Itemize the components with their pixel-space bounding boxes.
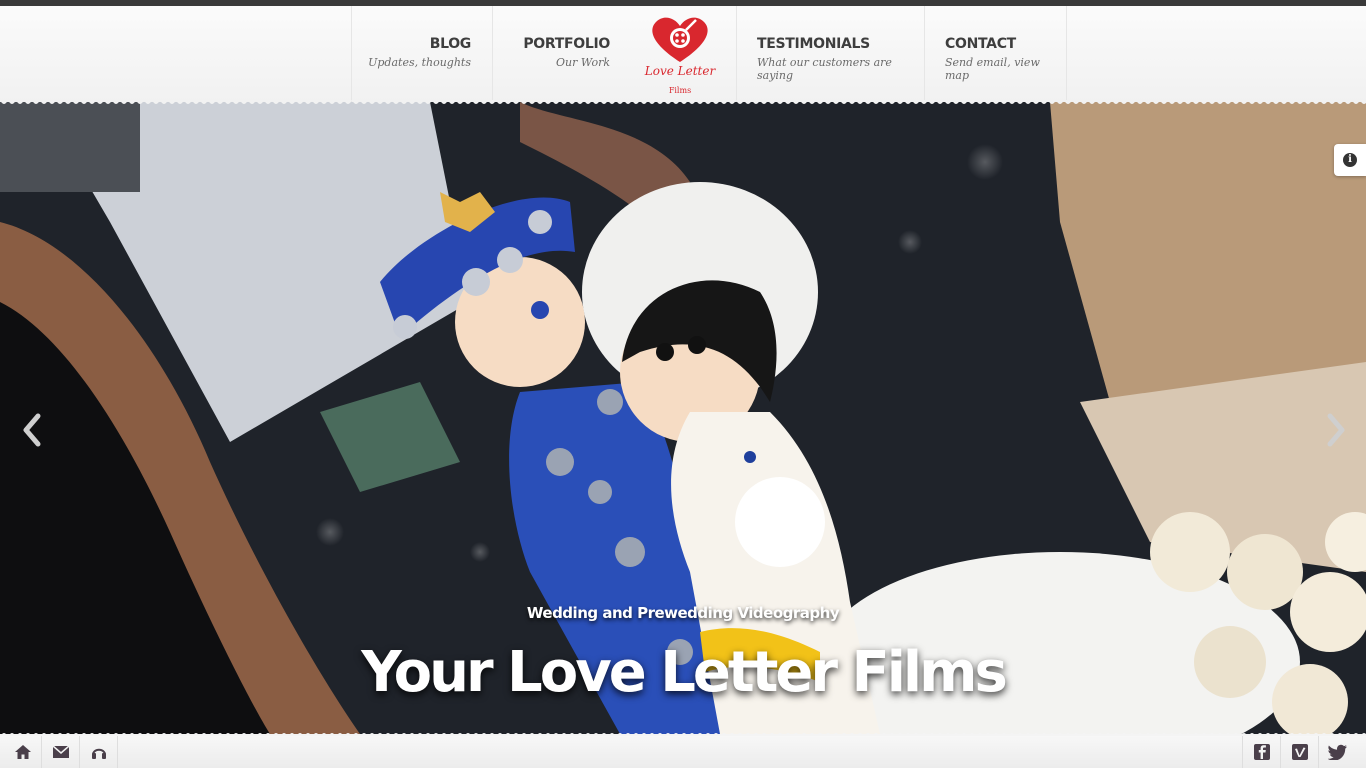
nav-blog[interactable]: BLOG Updates, thoughts bbox=[351, 6, 492, 102]
nav-blog-title: BLOG bbox=[429, 36, 472, 52]
site-logo[interactable]: Love Letter Films bbox=[640, 12, 720, 104]
slider-next-button[interactable] bbox=[1320, 410, 1350, 450]
slider-prev-button[interactable] bbox=[18, 410, 48, 450]
music-button[interactable] bbox=[80, 736, 118, 768]
facebook-icon bbox=[1253, 744, 1270, 760]
nav-contact[interactable]: CONTACT Send email, view map bbox=[924, 6, 1067, 102]
logo-subtext: Films bbox=[668, 86, 692, 95]
heart-film-reel-icon bbox=[652, 17, 708, 62]
twitter-icon bbox=[1327, 744, 1347, 760]
nav-testimonials[interactable]: TESTIMONIALS What our customers are sayi… bbox=[736, 6, 924, 102]
headphones-icon bbox=[91, 748, 106, 759]
header-scallop-edge bbox=[0, 100, 1366, 104]
email-button[interactable] bbox=[42, 736, 80, 768]
info-button[interactable]: i bbox=[1334, 144, 1366, 176]
nav-contact-title: CONTACT bbox=[945, 36, 1016, 52]
chevron-left-icon bbox=[23, 413, 41, 447]
chevron-right-icon bbox=[1327, 413, 1345, 447]
nav-testimonials-subtitle: What our customers are saying bbox=[757, 56, 892, 82]
vimeo-button[interactable] bbox=[1280, 736, 1318, 768]
hero-title: Your Love Letter Films bbox=[361, 640, 1008, 705]
nav-portfolio-title: PORTFOLIO bbox=[523, 36, 610, 52]
site-footer bbox=[0, 736, 1366, 768]
nav-portfolio-subtitle: Our Work bbox=[556, 56, 610, 69]
nav-testimonials-title: TESTIMONIALS bbox=[757, 36, 870, 52]
info-icon: i bbox=[1343, 153, 1357, 167]
site-header: BLOG Updates, thoughts PORTFOLIO Our Wor… bbox=[0, 6, 1366, 102]
logo-text: Love Letter bbox=[644, 64, 716, 78]
facebook-button[interactable] bbox=[1242, 736, 1280, 768]
hero-subtitle: Wedding and Prewedding Videography bbox=[526, 604, 840, 622]
twitter-button[interactable] bbox=[1318, 736, 1356, 768]
mail-icon bbox=[52, 745, 69, 758]
nav-contact-subtitle: Send email, view map bbox=[945, 56, 1040, 82]
nav-blog-subtitle: Updates, thoughts bbox=[368, 56, 471, 69]
home-button[interactable] bbox=[4, 736, 42, 768]
nav-portfolio[interactable]: PORTFOLIO Our Work bbox=[492, 6, 631, 102]
home-icon bbox=[14, 745, 31, 759]
vimeo-icon bbox=[1291, 744, 1308, 760]
